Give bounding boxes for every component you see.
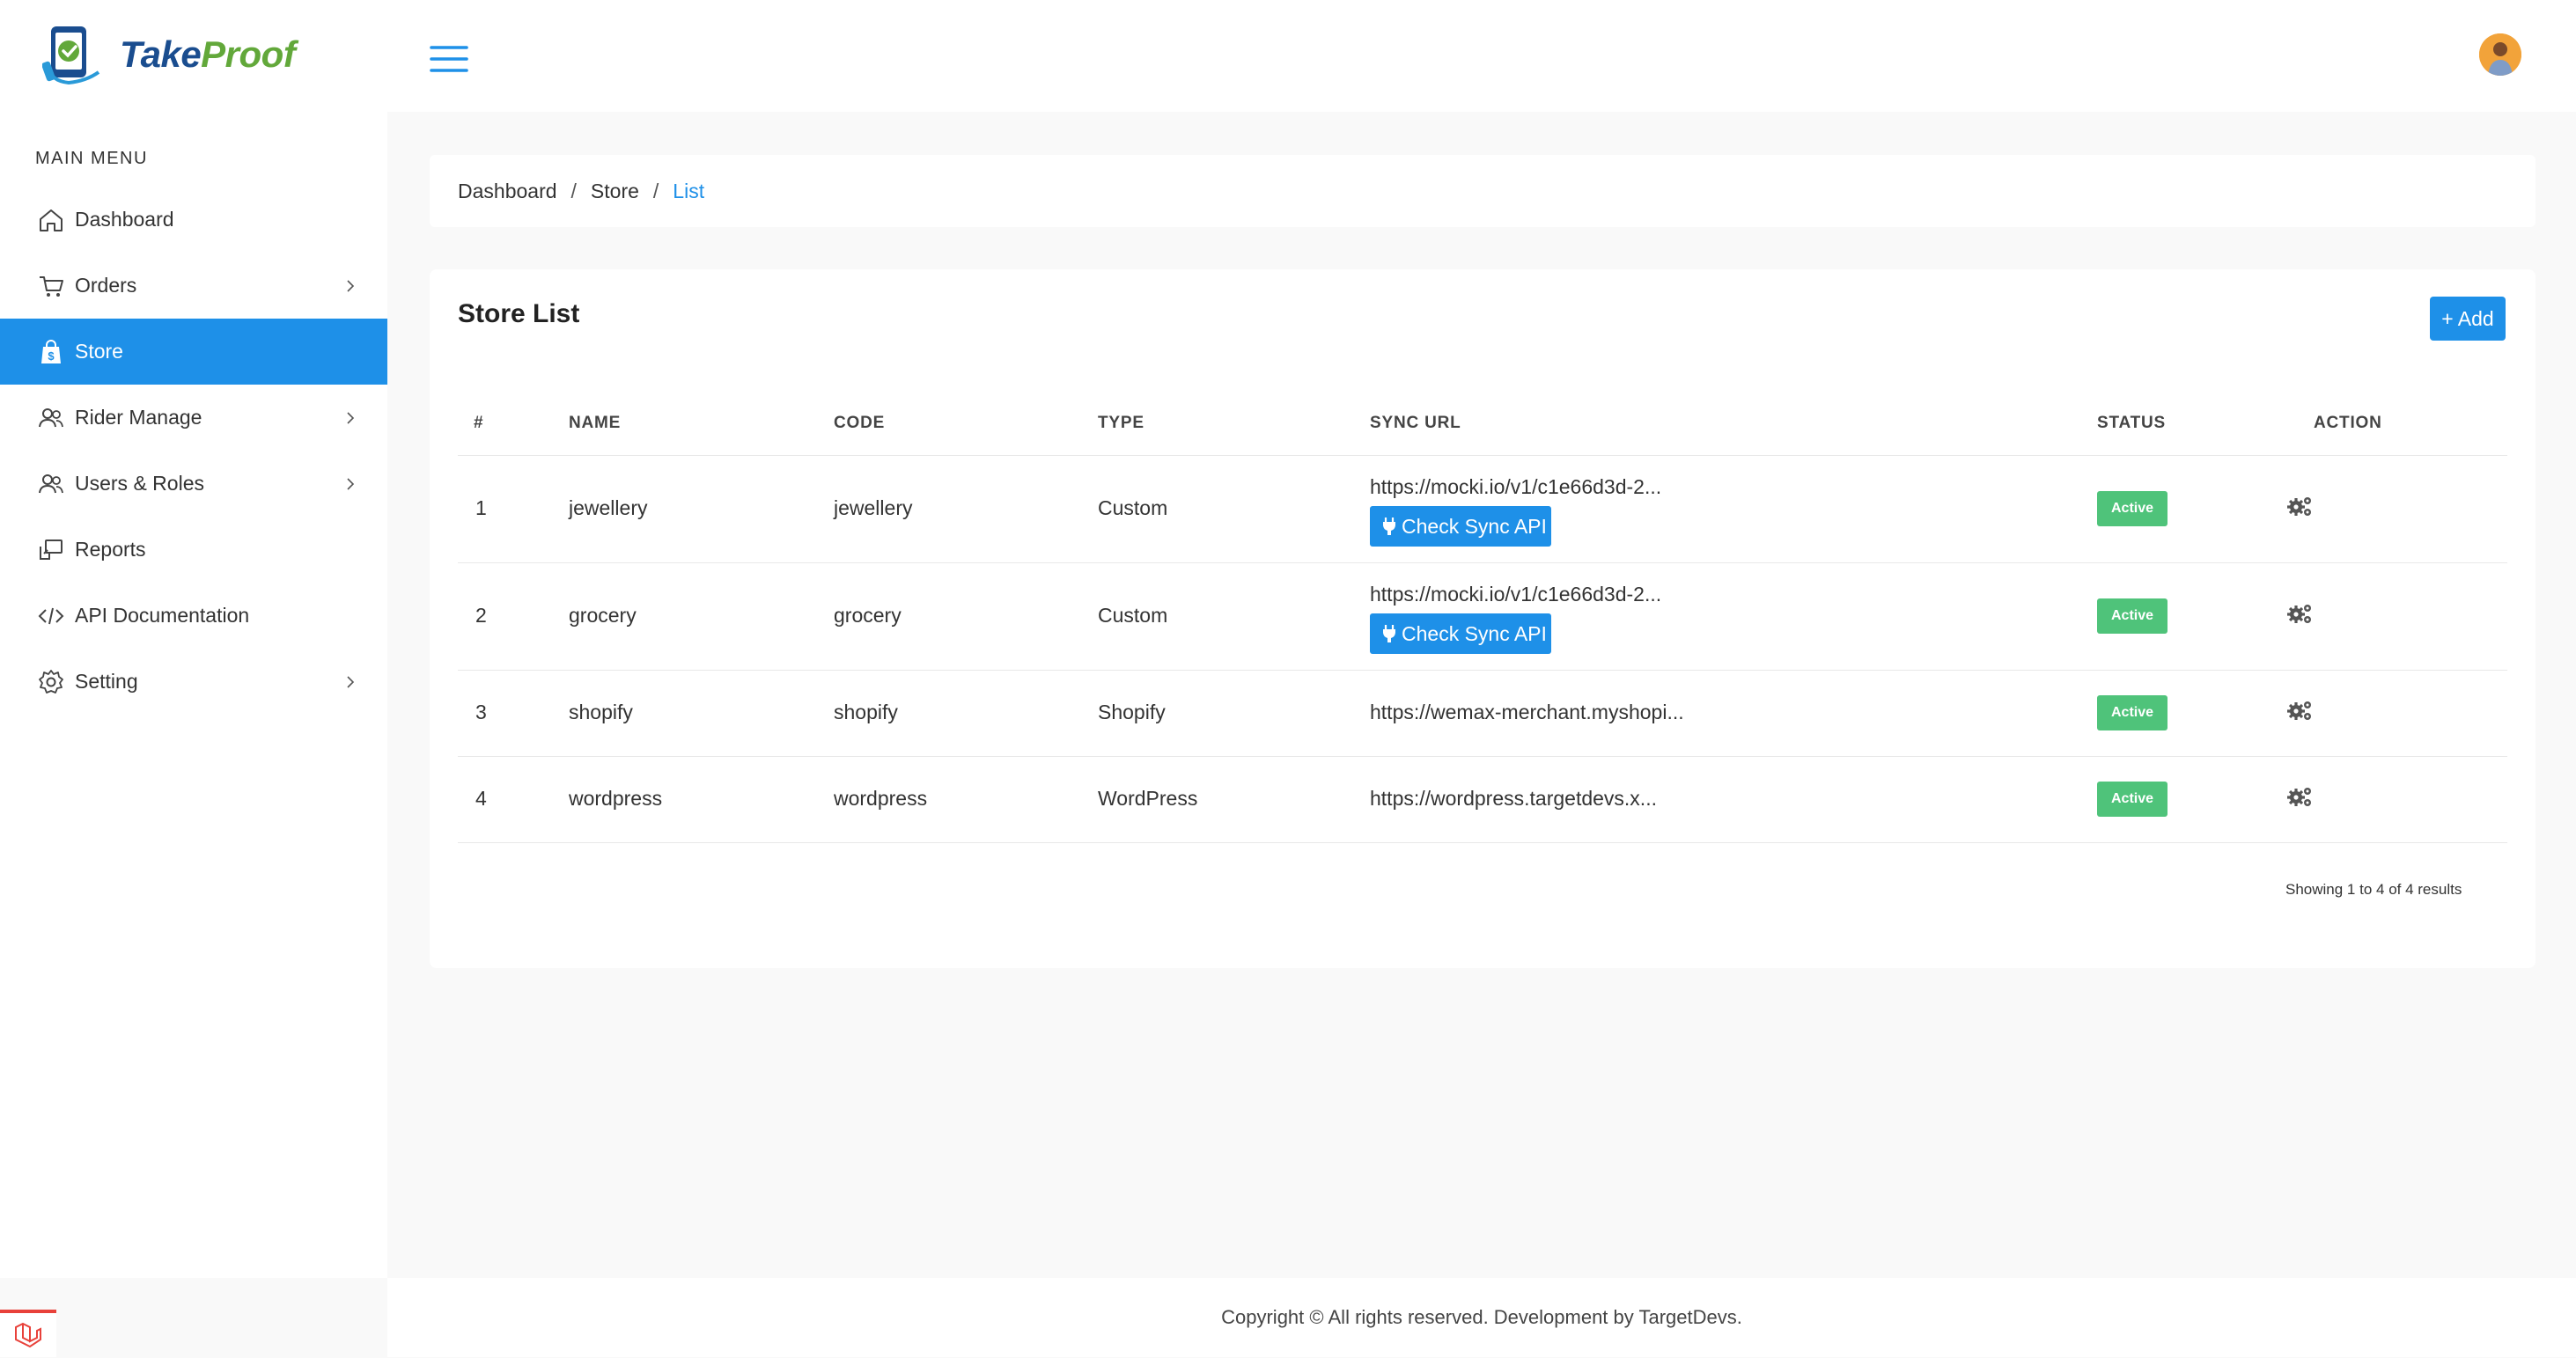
- cell-name: grocery: [569, 604, 637, 627]
- pagination-summary: Showing 1 to 4 of 4 results: [2285, 881, 2462, 898]
- column-header-action: ACTION: [2314, 414, 2382, 432]
- page-title: Store List: [458, 299, 580, 328]
- store-list-card: Store List + Add # NAME CODE TYPE SYNC U…: [430, 269, 2536, 968]
- cell-sync-url: https://mocki.io/v1/c1e66d3d-2... Check …: [1370, 475, 1661, 547]
- cell-sync-url: https://wemax-merchant.myshopi...: [1370, 701, 1684, 723]
- sidebar-item-api-documentation[interactable]: API Documentation: [0, 583, 387, 649]
- chevron-right-icon: [347, 279, 355, 292]
- table-row: 4 wordpress wordpress WordPress https://…: [458, 757, 2507, 843]
- table-row: 1 jewellery jewellery Custom https://moc…: [458, 456, 2507, 563]
- cell-name: wordpress: [569, 787, 663, 810]
- cell-sync-url: https://mocki.io/v1/c1e66d3d-2... Check …: [1370, 583, 1661, 654]
- column-header-index: #: [474, 414, 484, 432]
- cell-code: wordpress: [834, 787, 928, 810]
- sidebar-item-label: Dashboard: [75, 208, 174, 231]
- reports-icon: [40, 539, 63, 560]
- cell-code: shopify: [834, 701, 898, 723]
- sync-url-text: https://mocki.io/v1/c1e66d3d-2...: [1370, 475, 1662, 498]
- table-row: 2 grocery grocery Custom https://mocki.i…: [458, 563, 2507, 671]
- table-row: 3 shopify shopify Shopify https://wemax-…: [458, 671, 2507, 757]
- chevron-right-icon: [347, 477, 355, 490]
- plug-icon: [1383, 518, 1395, 535]
- code-icon: [38, 607, 64, 624]
- cogs-icon[interactable]: [2285, 785, 2314, 808]
- check-sync-api-button[interactable]: Check Sync API: [1370, 506, 1551, 547]
- column-header-sync-url: SYNC URL: [1370, 414, 1461, 432]
- table-header: # NAME CODE TYPE SYNC URL STATUS ACTION: [458, 398, 2507, 456]
- cell-index: 1: [475, 496, 487, 519]
- chevron-right-icon: [347, 411, 355, 424]
- hamburger-menu-icon[interactable]: [430, 44, 468, 74]
- sidebar-item-rider-manage[interactable]: Rider Manage: [0, 385, 387, 451]
- breadcrumb: Dashboard / Store / List: [430, 155, 2536, 227]
- breadcrumb-separator: /: [652, 179, 659, 202]
- cell-name: jewellery: [569, 496, 648, 519]
- sidebar-item-label: Orders: [75, 274, 137, 297]
- breadcrumb-item-list: List: [673, 179, 705, 202]
- column-header-code: CODE: [834, 414, 886, 432]
- breadcrumb-item-store[interactable]: Store: [591, 180, 639, 203]
- breadcrumb-item-dashboard[interactable]: Dashboard: [458, 180, 557, 203]
- sidebar-item-setting[interactable]: Setting: [0, 649, 387, 715]
- cell-type: WordPress: [1098, 787, 1198, 810]
- sidebar-item-store[interactable]: $ Store: [0, 319, 387, 385]
- cogs-icon[interactable]: [2285, 495, 2314, 518]
- home-icon: [40, 209, 63, 231]
- user-avatar[interactable]: [2479, 33, 2521, 76]
- user-avatar-icon: [2479, 33, 2521, 76]
- debug-badge[interactable]: [0, 1310, 56, 1357]
- sidebar-item-label: Users & Roles: [75, 472, 204, 495]
- sidebar-item-orders[interactable]: Orders: [0, 253, 387, 319]
- sidebar-item-users-roles[interactable]: Users & Roles: [0, 451, 387, 517]
- users-icon: [39, 407, 63, 427]
- cell-index: 2: [475, 604, 487, 627]
- sync-url-text: https://mocki.io/v1/c1e66d3d-2...: [1370, 583, 1662, 606]
- logo-mark-icon: [42, 26, 100, 85]
- status-badge: Active: [2097, 695, 2168, 730]
- status-badge: Active: [2097, 782, 2168, 817]
- cell-sync-url: https://wordpress.targetdevs.x...: [1370, 787, 1657, 810]
- sidebar-item-label: Rider Manage: [75, 406, 202, 429]
- svg-text:$: $: [48, 349, 55, 363]
- sidebar-item-label: Setting: [75, 670, 138, 693]
- plug-icon: [1383, 625, 1395, 642]
- check-sync-api-label: Check Sync API: [1402, 514, 1547, 538]
- add-store-button[interactable]: + Add: [2430, 297, 2506, 341]
- cell-code: grocery: [834, 604, 902, 627]
- top-bar: TakeProof: [0, 0, 2576, 112]
- cogs-icon[interactable]: [2285, 699, 2314, 722]
- sidebar-item-dashboard[interactable]: Dashboard: [0, 187, 387, 253]
- cell-index: 4: [475, 787, 487, 810]
- users-icon: [39, 473, 63, 493]
- brand-logo[interactable]: TakeProof: [42, 23, 296, 86]
- sidebar-item-label: API Documentation: [75, 604, 250, 627]
- column-header-status: STATUS: [2097, 414, 2166, 432]
- sidebar-item-label: Reports: [75, 538, 146, 561]
- cell-code: jewellery: [834, 496, 913, 519]
- chevron-right-icon: [347, 675, 355, 688]
- brand-name: TakeProof: [120, 33, 296, 75]
- sidebar-item-reports[interactable]: Reports: [0, 517, 387, 583]
- laravel-icon: [15, 1322, 41, 1348]
- shopping-bag-icon: $: [41, 339, 61, 363]
- check-sync-api-label: Check Sync API: [1402, 621, 1547, 645]
- cell-name: shopify: [569, 701, 633, 723]
- sidebar-item-label: Store: [75, 340, 123, 363]
- check-sync-api-button[interactable]: Check Sync API: [1370, 613, 1551, 654]
- cell-type: Shopify: [1098, 701, 1166, 723]
- footer-copyright: Copyright © All rights reserved. Develop…: [1221, 1306, 1742, 1328]
- column-header-name: NAME: [569, 414, 622, 432]
- cell-index: 3: [475, 701, 487, 723]
- cell-type: Custom: [1098, 604, 1168, 627]
- footer: Copyright © All rights reserved. Develop…: [387, 1278, 2576, 1357]
- status-badge: Active: [2097, 491, 2168, 526]
- column-header-type: TYPE: [1098, 414, 1144, 432]
- cogs-icon[interactable]: [2285, 602, 2314, 625]
- status-badge: Active: [2097, 598, 2168, 634]
- cell-type: Custom: [1098, 496, 1168, 519]
- cart-icon: [40, 275, 63, 297]
- main-menu-title: MAIN MENU: [35, 149, 148, 168]
- breadcrumb-separator: /: [570, 179, 577, 202]
- gear-icon: [39, 669, 63, 694]
